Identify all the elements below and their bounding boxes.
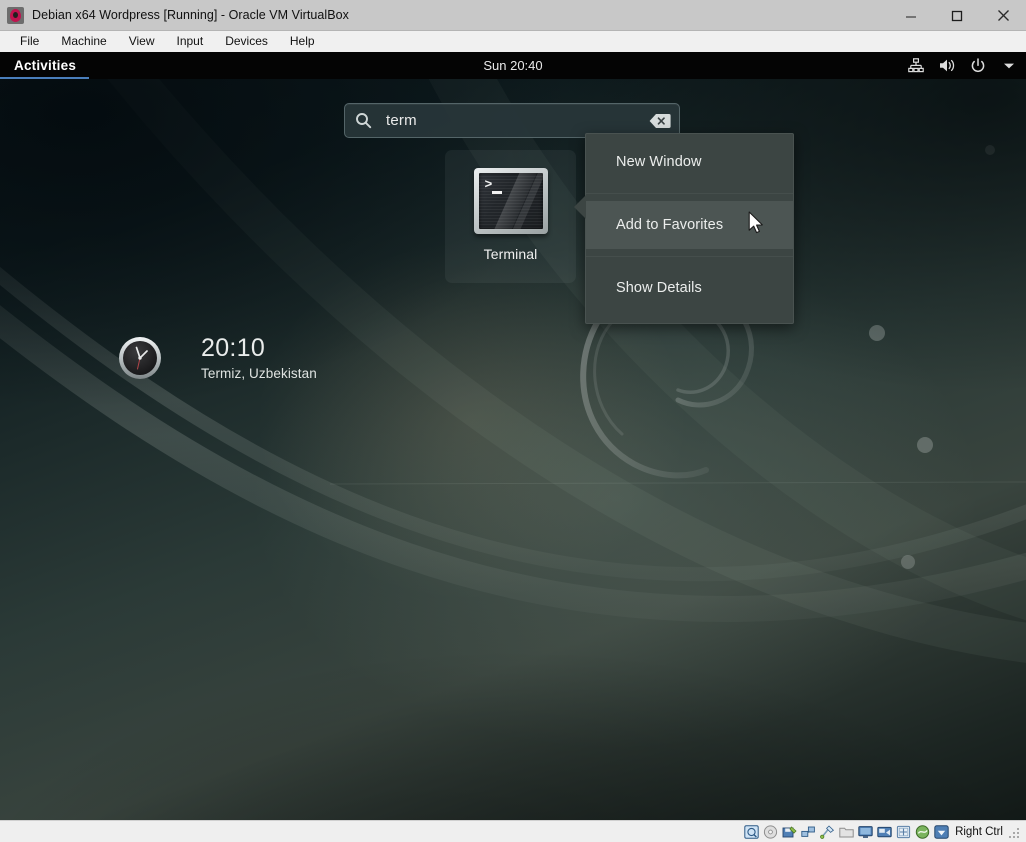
search-icon — [355, 112, 372, 129]
hard-disk-icon[interactable] — [743, 824, 760, 840]
app-result-label: Terminal — [483, 246, 538, 262]
context-menu-separator — [586, 193, 793, 194]
resize-grip-icon[interactable] — [1009, 826, 1020, 838]
world-clock-time: 20:10 — [201, 334, 266, 362]
terminal-icon-screen: > — [478, 173, 543, 229]
maximize-button[interactable] — [934, 0, 980, 31]
vbox-status-icons — [743, 824, 950, 840]
app-result-terminal[interactable]: > Terminal — [445, 150, 576, 283]
minimize-button[interactable] — [888, 0, 934, 31]
guest-screen: 20:10 Termiz, Uzbekistan term > Terminal… — [0, 52, 1026, 820]
gnome-clock-label: Sun 20:40 — [483, 58, 543, 73]
terminal-icon-cursor — [491, 191, 502, 194]
analog-clock-icon — [119, 337, 161, 380]
context-menu-item-show-details[interactable]: Show Details — [586, 264, 793, 312]
activities-label: Activities — [14, 58, 77, 73]
menu-input[interactable]: Input — [166, 31, 215, 52]
gnome-clock[interactable]: Sun 20:40 — [0, 52, 1026, 79]
host-key-label: Right Ctrl — [955, 825, 1003, 838]
volume-high-icon[interactable] — [938, 57, 956, 75]
gnome-top-bar: Activities Sun 20:40 — [0, 52, 1026, 79]
network-wired-icon[interactable] — [907, 57, 925, 75]
virtualbox-logo-icon — [7, 6, 24, 24]
menu-machine[interactable]: Machine — [50, 31, 117, 52]
chevron-down-icon[interactable] — [1000, 57, 1018, 75]
app-context-menu: New Window Add to Favorites Show Details — [574, 133, 794, 324]
window-titlebar: Debian x64 Wordpress [Running] - Oracle … — [0, 0, 1026, 31]
world-clock-location: Termiz, Uzbekistan — [201, 366, 317, 382]
virtualbox-window: Debian x64 Wordpress [Running] - Oracle … — [0, 0, 1026, 842]
video-capture-icon[interactable] — [876, 824, 893, 840]
window-title: Debian x64 Wordpress [Running] - Oracle … — [32, 8, 349, 22]
window-controls — [888, 0, 1026, 31]
activities-button[interactable]: Activities — [0, 52, 90, 79]
menu-file[interactable]: File — [9, 31, 50, 52]
shared-folders-icon[interactable] — [838, 824, 855, 840]
close-button[interactable] — [980, 0, 1026, 31]
menu-devices[interactable]: Devices — [214, 31, 279, 52]
context-menu-item-label: New Window — [616, 154, 702, 170]
context-menu-item-label: Show Details — [616, 280, 702, 296]
vbox-status-bar: Right Ctrl — [0, 820, 1026, 842]
floppy-disk-icon[interactable] — [781, 824, 798, 840]
context-menu-arrow-icon — [574, 195, 586, 219]
power-icon[interactable] — [969, 57, 987, 75]
menu-view[interactable]: View — [118, 31, 166, 52]
display-icon[interactable] — [857, 824, 874, 840]
menu-help[interactable]: Help — [279, 31, 326, 52]
world-clock-text: 20:10 Termiz, Uzbekistan — [201, 334, 317, 382]
usb-icon[interactable] — [819, 824, 836, 840]
activities-active-indicator — [0, 77, 89, 79]
search-input-value: term — [386, 112, 417, 129]
search-clear-button[interactable] — [649, 112, 671, 129]
network-adapter-icon[interactable] — [800, 824, 817, 840]
terminal-icon-prompt: > — [484, 177, 493, 192]
host-key-icon[interactable] — [933, 824, 950, 840]
terminal-icon: > — [473, 168, 548, 234]
gnome-system-tray[interactable] — [907, 52, 1018, 79]
context-menu-item-label: Add to Favorites — [616, 217, 724, 233]
menubar: File Machine View Input Devices Help — [0, 31, 1026, 52]
context-menu-item-new-window[interactable]: New Window — [586, 138, 793, 186]
cpu-execution-icon[interactable] — [914, 824, 931, 840]
world-clock-widget: 20:10 Termiz, Uzbekistan — [118, 335, 317, 381]
context-menu-item-add-to-favorites[interactable]: Add to Favorites — [586, 201, 793, 249]
optical-disk-icon[interactable] — [762, 824, 779, 840]
context-menu-separator — [586, 256, 793, 257]
remote-desktop-icon[interactable] — [895, 824, 912, 840]
